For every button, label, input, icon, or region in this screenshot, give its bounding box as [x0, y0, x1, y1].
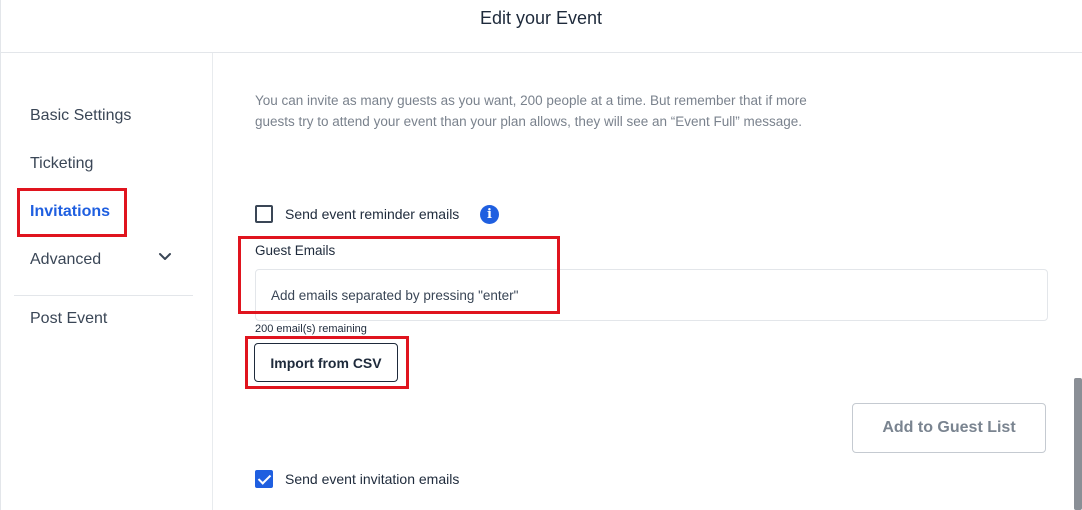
highlight-box-guest-emails [238, 236, 560, 314]
page-header: Edit your Event [0, 0, 1082, 53]
reminder-emails-option[interactable]: Send event reminder emails [255, 205, 459, 223]
add-to-guest-list-button[interactable]: Add to Guest List [852, 403, 1046, 453]
chevron-down-icon[interactable] [158, 252, 172, 262]
sidebar-item-basic-settings[interactable]: Basic Settings [30, 107, 131, 125]
sidebar-item-post-event[interactable]: Post Event [30, 310, 107, 328]
emails-remaining-count: 200 email(s) remaining [255, 323, 367, 335]
info-icon[interactable]: i [480, 205, 499, 224]
sidebar-item-ticketing[interactable]: Ticketing [30, 155, 93, 173]
invitation-emails-option[interactable]: Send event invitation emails [255, 470, 459, 488]
sidebar: Basic Settings Ticketing Invitations Adv… [0, 53, 213, 510]
invitation-emails-checkbox[interactable] [255, 470, 273, 488]
reminder-emails-label: Send event reminder emails [285, 206, 460, 222]
highlight-box-invitations [17, 188, 127, 237]
invite-info-text: You can invite as many guests as you wan… [255, 93, 807, 129]
sidebar-divider [14, 295, 193, 296]
reminder-emails-checkbox[interactable] [255, 205, 273, 223]
page-title: Edit your Event [479, 8, 603, 28]
sidebar-item-advanced[interactable]: Advanced [30, 251, 101, 269]
scrollbar-thumb[interactable] [1074, 378, 1082, 510]
highlight-box-import-csv [245, 336, 409, 389]
invitation-emails-label: Send event invitation emails [285, 471, 460, 487]
